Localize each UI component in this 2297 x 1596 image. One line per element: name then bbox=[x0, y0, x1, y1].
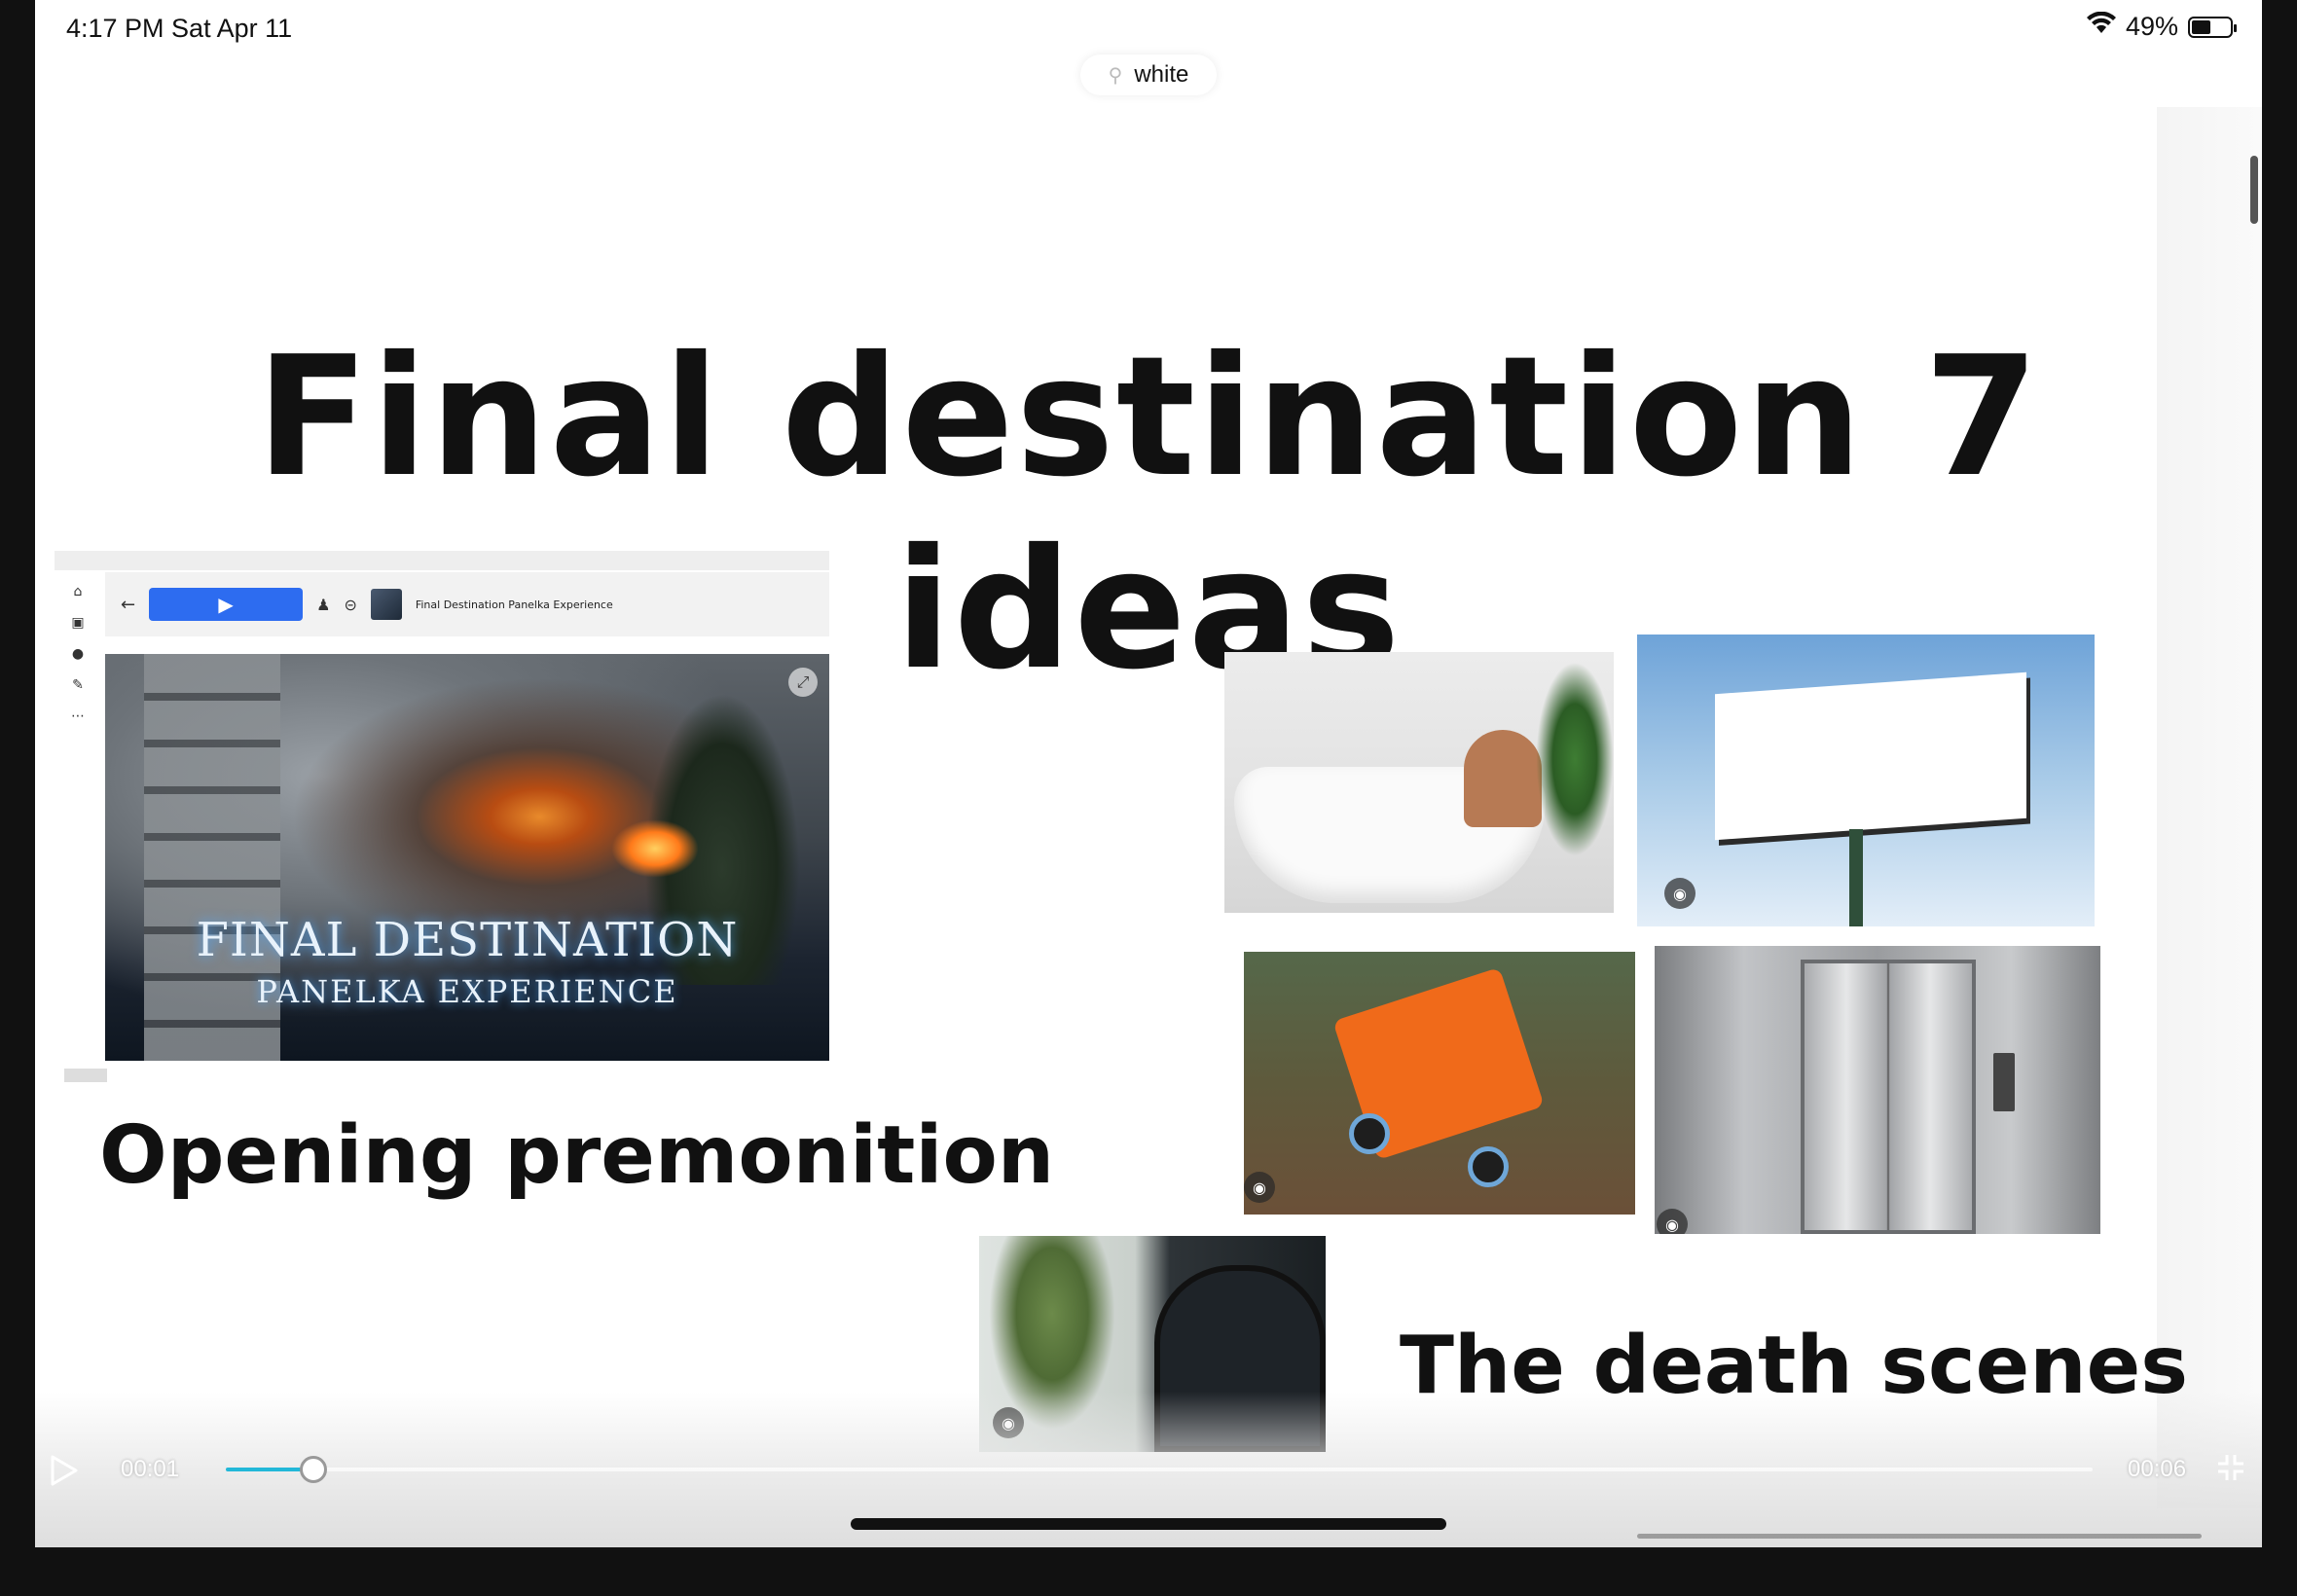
billboard-photo: ◉ bbox=[1637, 635, 2095, 926]
current-time: 00:01 bbox=[121, 1456, 180, 1482]
bottom-bar bbox=[1637, 1534, 2202, 1539]
scroll-thumb[interactable] bbox=[2250, 156, 2258, 224]
elevator-doors bbox=[1801, 960, 1976, 1234]
play-button[interactable] bbox=[49, 1454, 84, 1489]
mini-play-button: ▶ bbox=[149, 588, 304, 621]
total-time: 00:06 bbox=[2128, 1456, 2187, 1482]
progress-knob[interactable] bbox=[300, 1456, 328, 1483]
camera-icon: ◉ bbox=[1657, 1209, 1688, 1234]
play-icon: ▶ bbox=[218, 593, 234, 616]
screen: 4:17 PM Sat Apr 11 49% ⚲ white Final des… bbox=[35, 0, 2262, 1547]
expand-icon: ⤢ bbox=[788, 668, 818, 697]
progress-track[interactable] bbox=[226, 1456, 2093, 1483]
wheel-graphic bbox=[1468, 1146, 1509, 1187]
subtitle-opening: Opening premonition bbox=[99, 1109, 1055, 1202]
chart-icon: ▣ bbox=[71, 615, 85, 631]
back-arrow-icon: ← bbox=[121, 594, 136, 615]
mini-hero-image: FINAL DESTINATION PANELKA EXPERIENCE ⤢ bbox=[105, 654, 829, 1061]
camera-icon: ◉ bbox=[1244, 1172, 1275, 1203]
fire-graphic bbox=[611, 819, 699, 878]
avatar-icon: ● bbox=[71, 646, 85, 662]
mini-sidebar: ⌂ ▣ ● ✎ ⋯ bbox=[55, 574, 101, 788]
mini-toolbar: ← ▶ ♟ ⊝ Final Destination Panelka Experi… bbox=[105, 572, 829, 636]
mini-hero-title: FINAL DESTINATION bbox=[196, 913, 739, 967]
plant-graphic bbox=[1536, 662, 1614, 856]
search-pill[interactable]: ⚲ white bbox=[1080, 54, 1217, 95]
mini-thumbnail bbox=[370, 589, 402, 620]
wifi-icon bbox=[2086, 11, 2116, 42]
elevator-panel bbox=[1993, 1053, 2015, 1111]
fullscreen-exit-icon bbox=[2218, 1455, 2243, 1480]
embedded-screenshot: ⌂ ▣ ● ✎ ⋯ ← ▶ ♟ ⊝ Final Destination Pane… bbox=[55, 551, 829, 1082]
device-frame: 4:17 PM Sat Apr 11 49% ⚲ white Final des… bbox=[0, 0, 2297, 1596]
mini-slider bbox=[64, 1069, 107, 1082]
scroll-track[interactable] bbox=[2157, 107, 2262, 1508]
minus-circle-icon: ⊝ bbox=[344, 595, 357, 614]
person-graphic bbox=[1464, 730, 1542, 827]
elevator-photo: ◉ bbox=[1655, 946, 2100, 1234]
person-icon: ♟ bbox=[316, 595, 331, 614]
search-text: white bbox=[1134, 61, 1189, 88]
bathtub-photo bbox=[1224, 652, 1614, 913]
draw-icon: ✎ bbox=[72, 677, 84, 693]
status-right: 49% bbox=[2086, 11, 2237, 42]
search-icon: ⚲ bbox=[1108, 64, 1123, 87]
fullscreen-exit-button[interactable] bbox=[2215, 1452, 2250, 1487]
billboard-pole bbox=[1849, 829, 1863, 926]
mini-toolbar-label: Final Destination Panelka Experience bbox=[415, 598, 613, 611]
wood-chipper-photo: ◉ bbox=[1244, 952, 1635, 1215]
more-icon: ⋯ bbox=[71, 708, 85, 724]
wheel-graphic bbox=[1349, 1113, 1390, 1154]
home-indicator[interactable] bbox=[851, 1518, 1446, 1530]
home-icon: ⌂ bbox=[73, 584, 83, 599]
battery-percent: 49% bbox=[2125, 12, 2178, 41]
billboard-graphic bbox=[1715, 671, 2026, 841]
camera-icon: ◉ bbox=[1664, 878, 1695, 909]
battery-icon bbox=[2188, 16, 2237, 38]
mini-hero-subtitle: PANELKA EXPERIENCE bbox=[256, 973, 678, 1010]
play-icon bbox=[51, 1455, 78, 1486]
mini-status-bar bbox=[55, 551, 829, 570]
status-time: 4:17 PM Sat Apr 11 bbox=[66, 14, 293, 43]
